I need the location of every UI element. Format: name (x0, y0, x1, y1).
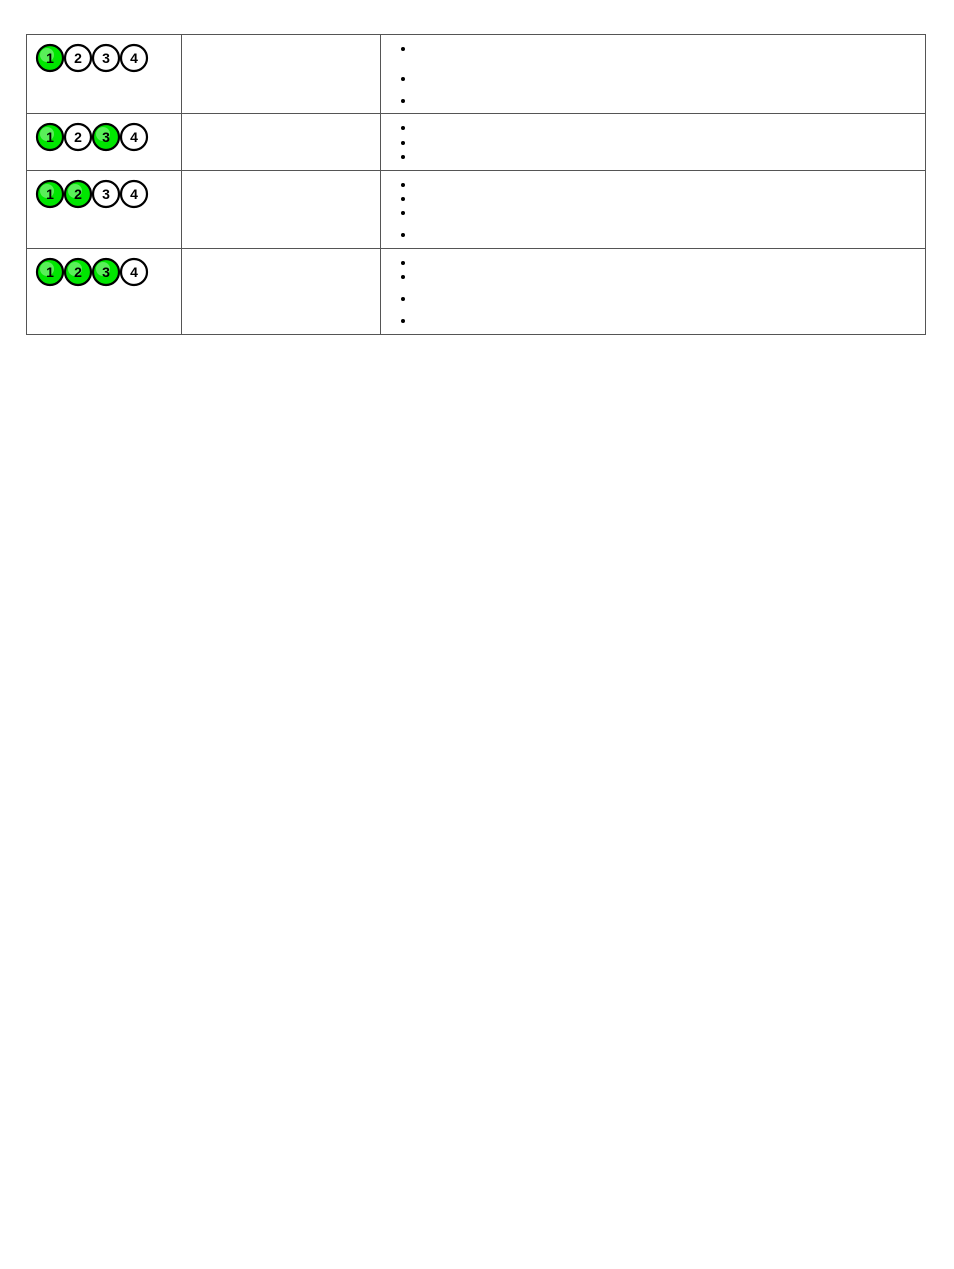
list-item (415, 191, 917, 205)
list-item (415, 255, 917, 269)
led-2-on-icon: 2 (63, 257, 93, 287)
led-3-on-icon: 3 (91, 122, 121, 152)
table-row: 1 2 3 4 (27, 248, 926, 334)
status-label-cell (182, 35, 381, 114)
table-row: 1 2 3 4 (27, 170, 926, 248)
table-row: 1 2 3 4 (27, 114, 926, 170)
status-label-cell (182, 248, 381, 334)
description-cell (381, 114, 926, 170)
led-1-on-icon: 1 (35, 43, 65, 73)
list-item (415, 205, 917, 227)
list-item (415, 120, 917, 134)
svg-text:4: 4 (130, 50, 138, 66)
svg-text:4: 4 (130, 186, 138, 202)
list-item (415, 227, 917, 241)
led-1-on-icon: 1 (35, 257, 65, 287)
status-table: 1 2 3 4 1 2 3 4 1 2 3 4 1 2 3 4 (26, 34, 926, 335)
led-cell: 1 2 3 4 (27, 248, 182, 334)
list-item (415, 291, 917, 313)
status-label-cell (182, 170, 381, 248)
led-cell: 1 2 3 4 (27, 170, 182, 248)
svg-text:1: 1 (46, 50, 54, 66)
document-page: 1 2 3 4 1 2 3 4 1 2 3 4 1 2 3 4 (0, 34, 954, 1269)
list-item (415, 71, 917, 93)
description-cell (381, 170, 926, 248)
list-item (415, 149, 917, 163)
list-item (415, 313, 917, 327)
led-group: 1 2 3 4 (35, 177, 173, 209)
bullet-list (389, 120, 917, 163)
led-4-off-icon: 4 (119, 43, 149, 73)
led-1-on-icon: 1 (35, 122, 65, 152)
led-3-on-icon: 3 (91, 257, 121, 287)
led-2-off-icon: 2 (63, 43, 93, 73)
led-group: 1 2 3 4 (35, 120, 173, 152)
led-group: 1 2 3 4 (35, 255, 173, 287)
led-2-off-icon: 2 (63, 122, 93, 152)
svg-text:2: 2 (74, 129, 82, 145)
led-3-off-icon: 3 (91, 179, 121, 209)
footer-link[interactable] (26, 351, 186, 365)
svg-text:1: 1 (46, 129, 54, 145)
svg-text:1: 1 (46, 186, 54, 202)
list-item (415, 177, 917, 191)
led-1-on-icon: 1 (35, 179, 65, 209)
svg-text:3: 3 (102, 129, 110, 145)
svg-text:2: 2 (74, 264, 82, 280)
table-row: 1 2 3 4 (27, 35, 926, 114)
led-4-off-icon: 4 (119, 179, 149, 209)
svg-text:3: 3 (102, 264, 110, 280)
svg-text:3: 3 (102, 186, 110, 202)
svg-text:4: 4 (130, 264, 138, 280)
description-cell (381, 248, 926, 334)
bullet-list (389, 41, 917, 107)
led-4-off-icon: 4 (119, 257, 149, 287)
led-2-on-icon: 2 (63, 179, 93, 209)
led-cell: 1 2 3 4 (27, 114, 182, 170)
bullet-list (389, 255, 917, 328)
bullet-list (389, 177, 917, 242)
led-group: 1 2 3 4 (35, 41, 173, 73)
svg-text:2: 2 (74, 186, 82, 202)
svg-text:4: 4 (130, 129, 138, 145)
svg-text:3: 3 (102, 50, 110, 66)
list-item (415, 135, 917, 149)
svg-text:1: 1 (46, 264, 54, 280)
led-3-off-icon: 3 (91, 43, 121, 73)
list-item (415, 269, 917, 291)
description-cell (381, 35, 926, 114)
list-item (415, 93, 917, 107)
svg-text:2: 2 (74, 50, 82, 66)
list-item (415, 41, 917, 71)
status-label-cell (182, 114, 381, 170)
led-cell: 1 2 3 4 (27, 35, 182, 114)
led-4-off-icon: 4 (119, 122, 149, 152)
